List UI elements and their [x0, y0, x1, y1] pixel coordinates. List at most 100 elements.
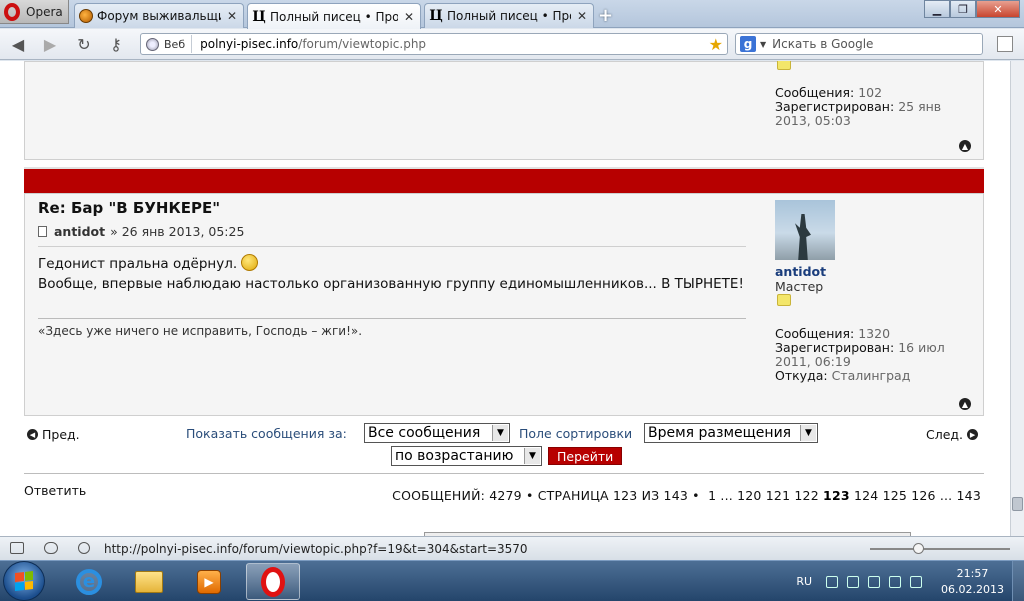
messages-label: Сообщения: — [775, 85, 855, 100]
close-icon[interactable]: ✕ — [227, 9, 237, 23]
sort-field-value: Время размещения — [648, 425, 792, 441]
tab-label: Полный писец • Прос... — [270, 9, 398, 24]
tray-arrow-icon[interactable] — [826, 575, 839, 588]
zoom-slider-knob[interactable] — [912, 543, 924, 554]
posts-period-select[interactable]: Все сообщения ▼ — [364, 423, 510, 443]
internet-explorer-icon: e — [76, 568, 102, 595]
clock[interactable]: 21:57 06.02.2013 — [941, 566, 1004, 598]
google-icon[interactable]: g — [740, 36, 756, 52]
tab-third[interactable]: Ц Полный писец • Прос... ✕ — [424, 3, 594, 28]
profile-author-name[interactable]: antidot — [775, 264, 826, 279]
post-author-link[interactable]: antidot — [54, 224, 105, 239]
sort-order-value: по возрастанию — [395, 448, 514, 464]
folder-icon — [135, 570, 163, 593]
registered-value: 16 июл — [898, 340, 945, 355]
taskbar-opera[interactable] — [246, 563, 300, 600]
reply-button[interactable]: Ответить — [24, 483, 86, 498]
tab-active[interactable]: Ц Полный писец • Прос... ✕ — [247, 3, 421, 29]
window-controls: ▁ ❐ ✕ — [924, 0, 1020, 18]
search-field[interactable]: g ▼ Искать в Google — [735, 33, 983, 55]
restore-icon[interactable]: ❐ — [950, 0, 976, 18]
volume-icon[interactable] — [910, 575, 923, 588]
zoom-slider[interactable] — [870, 543, 1010, 554]
network-icon[interactable] — [889, 575, 902, 588]
post-profile-details: Сообщения: 1320 Зарегистрирован: 16 июл … — [775, 327, 945, 383]
tray-flag-icon[interactable] — [847, 575, 860, 588]
chevron-down-icon: ▼ — [800, 425, 816, 441]
minimize-icon[interactable]: ▁ — [924, 0, 950, 18]
close-icon[interactable]: ✕ — [577, 9, 587, 23]
url-host: polnyi-pisec.info — [200, 37, 299, 51]
sort-order-select[interactable]: по возрастанию ▼ — [391, 446, 542, 466]
start-button[interactable] — [3, 561, 45, 601]
language-indicator[interactable]: RU — [796, 575, 812, 588]
prev-topic-link[interactable]: ◀ Пред. — [27, 427, 80, 442]
key-icon[interactable]: ⚷ — [106, 35, 126, 54]
forward-icon[interactable]: ▶ — [40, 35, 60, 54]
site-favicon-icon: Ц — [429, 8, 443, 24]
back-to-top-icon[interactable]: ▲ — [959, 398, 971, 410]
page-links-after[interactable]: 124 125 126 ... 143 — [854, 488, 981, 503]
posts-period-value: Все сообщения — [368, 425, 481, 441]
avatar[interactable] — [775, 200, 835, 260]
media-player-icon: ▶ — [197, 569, 221, 594]
opera-logo-icon — [4, 2, 20, 21]
registered-label: Зарегистрирован: — [775, 340, 895, 355]
chevron-down-icon: ▼ — [492, 425, 508, 441]
reload-icon[interactable]: ↻ — [74, 35, 94, 54]
clock-date: 06.02.2013 — [941, 582, 1004, 596]
cloud-icon[interactable] — [44, 542, 58, 554]
tray-device-icon[interactable] — [868, 575, 881, 588]
forum-favicon-icon — [79, 9, 93, 23]
page-menu-icon[interactable] — [997, 36, 1013, 52]
smiley-icon — [241, 254, 259, 271]
panel-toggle-icon[interactable] — [10, 542, 24, 554]
new-tab-icon[interactable]: + — [598, 5, 613, 26]
back-to-top-icon[interactable]: ▲ — [959, 140, 971, 152]
taskbar-explorer[interactable] — [122, 563, 176, 600]
address-field[interactable]: Веб polnyi-pisec.info/forum/viewtopic.ph… — [140, 33, 728, 55]
show-posts-label: Показать сообщения за: — [186, 426, 347, 441]
taskbar-internet-explorer[interactable]: e — [62, 563, 116, 600]
search-placeholder: Искать в Google — [772, 37, 874, 51]
post-document-icon[interactable] — [38, 226, 47, 237]
back-icon[interactable]: ◀ — [8, 35, 28, 54]
scrollbar-thumb[interactable] — [1012, 497, 1023, 511]
windows-taskbar: e ▶ RU 21:57 06.02.2013 — [0, 560, 1024, 601]
signature-divider — [38, 318, 746, 319]
url-path: /forum/viewtopic.php — [298, 37, 427, 51]
show-desktop-button[interactable] — [1012, 561, 1024, 601]
vertical-scrollbar[interactable] — [1010, 61, 1024, 536]
page-links-before[interactable]: 1 ... 120 121 122 — [708, 488, 819, 503]
speed-dial-icon[interactable] — [78, 542, 90, 554]
current-page: 123 — [823, 488, 850, 503]
taskbar-media-player[interactable]: ▶ — [182, 563, 236, 600]
close-icon[interactable]: ✕ — [404, 10, 414, 24]
post-title[interactable]: Re: Бар "В БУНКЕРЕ" — [38, 199, 220, 217]
previous-post: Сообщения: 102 Зарегистрирован: 25 янв 2… — [24, 61, 984, 160]
registered-value-cont: 2011, 06:19 — [775, 354, 851, 369]
registered-value-cont: 2013, 05:03 — [775, 113, 851, 128]
profile-rank: Мастер — [775, 279, 824, 294]
messages-value: 1320 — [858, 326, 891, 341]
from-value: Сталинград — [831, 368, 911, 383]
window-close-icon[interactable]: ✕ — [976, 0, 1020, 18]
messages-value: 102 — [858, 85, 883, 100]
go-button[interactable]: Перейти — [548, 447, 623, 465]
post-signature: «Здесь уже ничего не исправить, Господь … — [38, 324, 363, 338]
system-tray: RU 21:57 06.02.2013 — [796, 561, 1024, 601]
next-topic-link[interactable]: След. ▶ — [926, 427, 979, 442]
web-badge[interactable]: Веб — [144, 35, 193, 53]
tab-forum[interactable]: Форум выживальщик... ✕ — [74, 3, 244, 28]
chevron-down-icon[interactable]: ▼ — [760, 40, 766, 49]
registered-value: 25 янв — [898, 99, 942, 114]
status-bar: http://polnyi-pisec.info/forum/viewtopic… — [0, 536, 1024, 560]
page-viewport: Сообщения: 102 Зарегистрирован: 25 янв 2… — [0, 61, 1010, 536]
post-meta: antidot » 26 янв 2013, 05:25 — [38, 224, 244, 239]
address-toolbar: ◀ ▶ ↻ ⚷ Веб polnyi-pisec.info/forum/view… — [0, 29, 1024, 60]
rank-badge-icon — [777, 61, 791, 70]
sort-field-select[interactable]: Время размещения ▼ — [644, 423, 818, 443]
bookmark-star-icon[interactable]: ★ — [709, 35, 723, 54]
opera-menu-button[interactable]: Opera — [0, 0, 69, 24]
url-text[interactable]: polnyi-pisec.info/forum/viewtopic.php — [200, 37, 709, 51]
